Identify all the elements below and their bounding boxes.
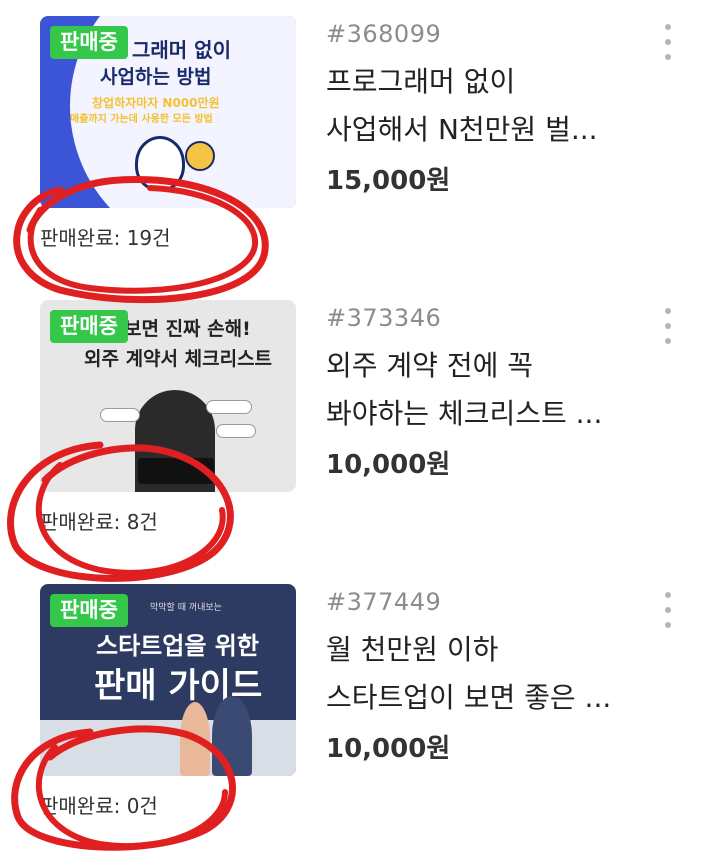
product-title-line: 외주 계약 전에 꼭 xyxy=(326,349,534,382)
laptop-illustration xyxy=(138,458,214,484)
person-illustration xyxy=(180,702,210,776)
status-badge: 판매중 xyxy=(50,594,128,628)
product-card[interactable]: 그래머 없이 사업하는 방법 창업하자마자 N000만원 매출까지 가는데 사용… xyxy=(0,0,720,284)
product-list: 그래머 없이 사업하는 방법 창업하자마자 N000만원 매출까지 가는데 사용… xyxy=(0,0,720,859)
product-price: 10,000원 xyxy=(326,734,451,764)
product-id: #373346 xyxy=(326,304,442,332)
thumbnail-text: 그래머 없이 xyxy=(132,38,231,62)
product-thumbnail[interactable]: 그래머 없이 사업하는 방법 창업하자마자 N000만원 매출까지 가는데 사용… xyxy=(40,16,296,208)
product-title-line: 월 천만원 이하 xyxy=(326,633,499,666)
product-card[interactable]: 막막할 때 꺼내보는 스타트업을 위한 판매 가이드 판매중 판매완료: 0건 … xyxy=(0,568,720,852)
product-id: #377449 xyxy=(326,588,442,616)
sold-count: 판매완료: 8건 xyxy=(40,510,158,534)
thumbnail-text: 창업하자마자 N000만원 xyxy=(92,96,220,110)
speech-bubble xyxy=(206,400,252,414)
product-title[interactable]: 월 천만원 이하 스타트업이 보면 좋은 ... xyxy=(326,626,636,722)
speech-bubble xyxy=(100,408,140,422)
more-vertical-icon[interactable] xyxy=(656,590,680,630)
status-badge: 판매중 xyxy=(50,26,128,60)
thumbnail-text: 외주 계약서 체크리스트 xyxy=(84,348,273,370)
product-thumbnail[interactable]: 막막할 때 꺼내보는 스타트업을 위한 판매 가이드 판매중 xyxy=(40,584,296,776)
product-title[interactable]: 프로그래머 없이 사업해서 N천만원 벌... xyxy=(326,58,636,154)
sold-count: 판매완료: 19건 xyxy=(40,226,171,250)
thumbnail-text: 매출까지 가는데 사용한 모든 방법 xyxy=(70,114,213,125)
sold-count: 판매완료: 0건 xyxy=(40,794,158,818)
product-card[interactable]: 보면 진짜 손해! 외주 계약서 체크리스트 판매중 판매완료: 8건 #373… xyxy=(0,284,720,568)
thumbnail-text: 스타트업을 위한 xyxy=(96,632,259,660)
more-vertical-icon[interactable] xyxy=(656,306,680,346)
product-title[interactable]: 외주 계약 전에 꼭 봐야하는 체크리스트 ... xyxy=(326,342,636,438)
product-id: #368099 xyxy=(326,20,442,48)
coin-icon xyxy=(185,141,215,171)
person-illustration xyxy=(212,696,252,776)
product-title-line: 봐야하는 체크리스트 ... xyxy=(326,397,603,430)
thumbnail-text: 보면 진짜 손해! xyxy=(124,318,251,340)
character-illustration xyxy=(135,136,185,191)
speech-bubble xyxy=(216,424,256,438)
product-title-line: 프로그래머 없이 xyxy=(326,65,516,98)
thumbnail-text: 사업하는 방법 xyxy=(100,66,212,88)
product-title-line: 스타트업이 보면 좋은 ... xyxy=(326,681,612,714)
status-badge: 판매중 xyxy=(50,310,128,344)
more-vertical-icon[interactable] xyxy=(656,22,680,62)
paper-pile-illustration xyxy=(40,720,296,776)
product-price: 15,000원 xyxy=(326,166,451,196)
product-title-line: 사업해서 N천만원 벌... xyxy=(326,113,598,146)
thumbnail-text: 막막할 때 꺼내보는 xyxy=(150,603,222,613)
product-thumbnail[interactable]: 보면 진짜 손해! 외주 계약서 체크리스트 판매중 xyxy=(40,300,296,492)
product-price: 10,000원 xyxy=(326,450,451,480)
